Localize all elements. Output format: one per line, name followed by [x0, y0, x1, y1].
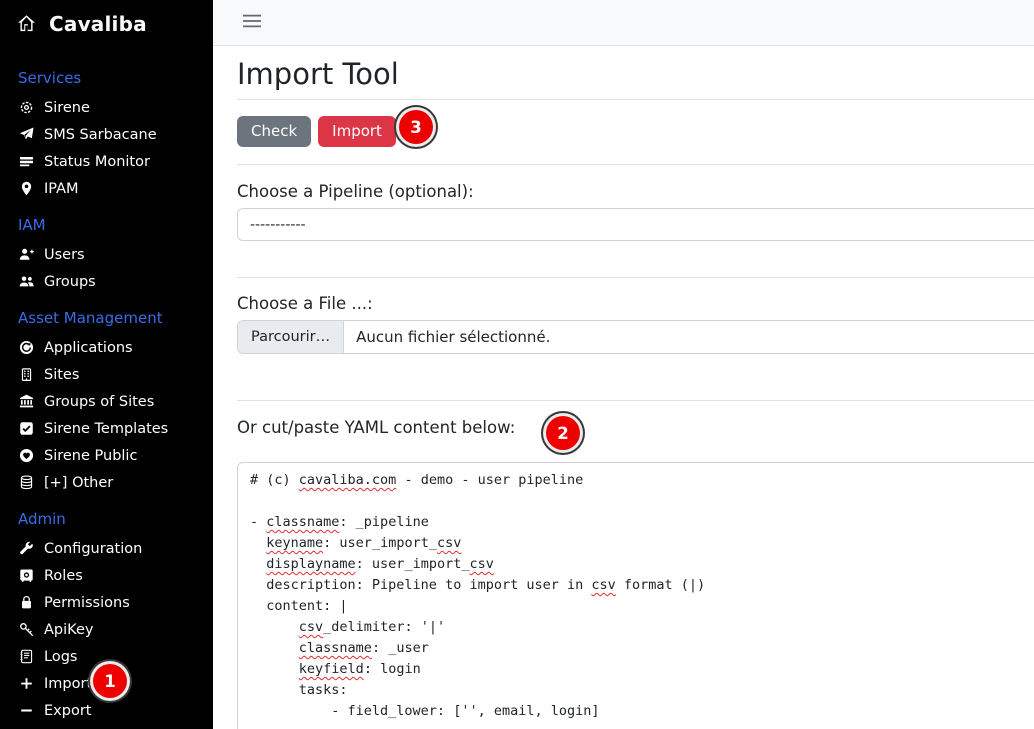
file-browse-button[interactable]: Parcourir…	[238, 321, 344, 353]
main-area: Import Tool Check Import Choose a Pipeli…	[213, 0, 1034, 729]
app-window: Cavaliba Services Sirene SMS Sarbacane S…	[0, 0, 1034, 729]
file-input[interactable]: Parcourir… Aucun fichier sélectionné.	[237, 320, 1034, 354]
sidebar-item-permissions[interactable]: Permissions	[18, 589, 197, 616]
check-button[interactable]: Check	[237, 116, 311, 147]
sidebar-item-label: Roles	[44, 568, 83, 584]
list-icon	[18, 154, 34, 170]
sidebar-item-label: [+] Other	[44, 475, 113, 491]
wrench-icon	[18, 541, 34, 557]
sidebar-item-label: Sites	[44, 367, 79, 383]
sidebar-item-sirene[interactable]: Sirene	[18, 94, 197, 121]
sidebar: Cavaliba Services Sirene SMS Sarbacane S…	[0, 0, 213, 729]
sidebar-item-label: ApiKey	[44, 622, 93, 638]
sidebar-item-sirene-templates[interactable]: Sirene Templates	[18, 415, 197, 442]
sidebar-item-label: IPAM	[44, 181, 79, 197]
sidebar-item-label: Users	[44, 247, 85, 263]
sidebar-item-other[interactable]: [+] Other	[18, 469, 197, 496]
brand-home-link[interactable]: Cavaliba	[0, 0, 213, 47]
sidebar-item-label: Logs	[44, 649, 77, 665]
sidebar-item-label: Status Monitor	[44, 154, 150, 170]
lock-icon	[18, 595, 34, 611]
sidebar-item-label: Configuration	[44, 541, 142, 557]
sidebar-item-label: Export	[44, 703, 91, 719]
yaml-code[interactable]: # (c) cavaliba.com - demo - user pipelin…	[250, 470, 1034, 722]
sidebar-item-label: Sirene Public	[44, 448, 137, 464]
sidebar-toggle-button[interactable]	[240, 11, 264, 34]
divider	[237, 277, 1034, 278]
sidebar-item-configuration[interactable]: Configuration	[18, 535, 197, 562]
sidebar-item-users[interactable]: Users	[18, 241, 197, 268]
sidebar-item-sirene-public[interactable]: Sirene Public	[18, 442, 197, 469]
hamburger-icon	[242, 13, 262, 32]
yaml-editor[interactable]: # (c) cavaliba.com - demo - user pipelin…	[237, 462, 1034, 729]
sidebar-item-apikey[interactable]: ApiKey	[18, 616, 197, 643]
sidebar-item-sites[interactable]: Sites	[18, 361, 197, 388]
pin-icon	[18, 181, 34, 197]
person-plus-icon	[18, 247, 34, 263]
divider	[237, 400, 1034, 401]
journal-icon	[18, 649, 34, 665]
home-icon	[17, 14, 36, 33]
file-status-text: Aucun fichier sélectionné.	[344, 321, 562, 353]
gear-icon	[18, 100, 34, 116]
check-square-icon	[18, 421, 34, 437]
sidebar-item-label: Groups of Sites	[44, 394, 154, 410]
brand-name: Cavaliba	[49, 12, 147, 36]
heart-circle-icon	[18, 448, 34, 464]
key-icon	[18, 622, 34, 638]
sidebar-item-groups[interactable]: Groups	[18, 268, 197, 295]
safe-icon	[18, 568, 34, 584]
pipeline-label: Choose a Pipeline (optional):	[237, 181, 1034, 202]
sidebar-item-label: Applications	[44, 340, 133, 356]
annotation-marker-2: 2	[546, 416, 580, 450]
divider	[237, 164, 1034, 165]
sidebar-item-label: Permissions	[44, 595, 130, 611]
sidebar-item-applications[interactable]: Applications	[18, 334, 197, 361]
sidebar-item-label: Groups	[44, 274, 96, 290]
sidebar-item-label: Sirene Templates	[44, 421, 168, 437]
pipeline-select[interactable]: -----------	[237, 208, 1034, 241]
pipeline-selected-value: -----------	[250, 217, 306, 233]
sidebar-item-status-monitor[interactable]: Status Monitor	[18, 148, 197, 175]
section-label-admin: Admin	[18, 510, 197, 529]
sidebar-item-roles[interactable]: Roles	[18, 562, 197, 589]
database-icon	[18, 475, 34, 491]
people-icon	[18, 274, 34, 290]
page-content: Import Tool Check Import Choose a Pipeli…	[213, 56, 1034, 729]
section-label-services: Services	[18, 69, 197, 88]
send-icon	[18, 127, 34, 143]
sidebar-item-label: Sirene	[44, 100, 90, 116]
section-label-asset-management: Asset Management	[18, 309, 197, 328]
file-label: Choose a File ...:	[237, 293, 1034, 314]
sidebar-item-sms-sarbacane[interactable]: SMS Sarbacane	[18, 121, 197, 148]
plus-icon	[18, 676, 34, 692]
sidebar-item-groups-of-sites[interactable]: Groups of Sites	[18, 388, 197, 415]
action-buttons-row: Check Import	[237, 100, 1034, 164]
sidebar-item-label: SMS Sarbacane	[44, 127, 157, 143]
sidebar-item-ipam[interactable]: IPAM	[18, 175, 197, 202]
building-icon	[18, 367, 34, 383]
page-title: Import Tool	[237, 56, 1034, 92]
annotation-marker-3: 3	[399, 110, 433, 144]
arrow-circle-icon	[18, 340, 34, 356]
sidebar-item-label: Import	[44, 676, 92, 692]
topbar	[213, 0, 1034, 46]
yaml-label-row: Or cut/paste YAML content below:	[237, 417, 1034, 438]
yaml-label: Or cut/paste YAML content below:	[237, 417, 515, 438]
sidebar-item-export[interactable]: Export	[18, 697, 197, 724]
minus-icon	[18, 703, 34, 719]
import-button[interactable]: Import	[318, 116, 396, 147]
annotation-marker-1: 1	[93, 664, 127, 698]
section-label-iam: IAM	[18, 216, 197, 235]
sidebar-nav: Services Sirene SMS Sarbacane Status Mon…	[0, 69, 213, 724]
bank-icon	[18, 394, 34, 410]
